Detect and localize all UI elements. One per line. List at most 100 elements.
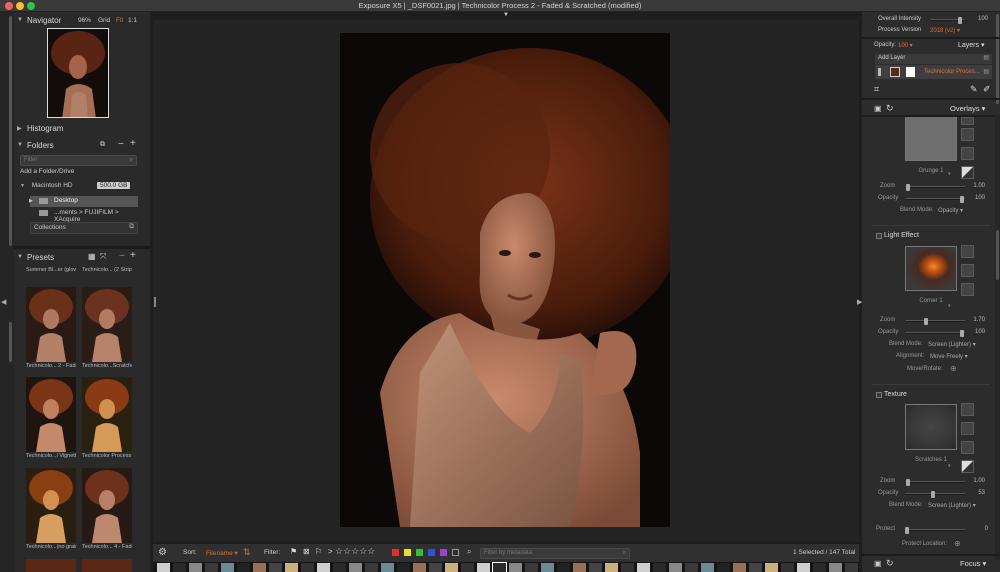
folders-header[interactable]: ▼ Folders ⧉ − +: [14, 138, 150, 153]
filmstrip-thumbnail[interactable]: [685, 563, 698, 572]
filmstrip-thumbnail[interactable]: [333, 563, 346, 572]
preset-item[interactable]: Technicolo... 4 - Faded: [82, 468, 132, 550]
grid-button[interactable]: Grid: [98, 17, 110, 24]
filmstrip-thumbnail[interactable]: [621, 563, 634, 572]
left-panel-scroll-handle-lower[interactable]: [9, 322, 12, 362]
remove-preset-button[interactable]: −: [119, 251, 125, 262]
panel-toggle-icon[interactable]: ▣: [874, 559, 882, 568]
folder-filter-input[interactable]: Filter ⌕: [20, 155, 137, 166]
light-effect-dropdown-icon[interactable]: ▾: [948, 303, 951, 309]
texture-tile[interactable]: Scratches 1: [905, 404, 957, 463]
grunge-blend-dropdown[interactable]: Opacity ▾: [938, 207, 963, 214]
layer-options-icon[interactable]: ▤: [983, 68, 989, 75]
filmstrip-thumbnail[interactable]: [349, 563, 362, 572]
greater-than-icon[interactable]: >: [328, 547, 333, 556]
grid-view-icon[interactable]: ▦: [88, 252, 96, 261]
grunge-opacity-slider[interactable]: [905, 196, 965, 203]
fit-button[interactable]: Fit: [116, 17, 123, 24]
layer-visibility-icon[interactable]: [878, 68, 881, 76]
collapse-top-icon[interactable]: ▼: [503, 12, 509, 18]
light-effect-zoom-slider[interactable]: [905, 318, 965, 325]
grunge-opacity-value[interactable]: 100: [965, 195, 985, 201]
filmstrip-thumbnail[interactable]: [573, 563, 586, 572]
filmstrip-thumbnail[interactable]: [717, 563, 730, 572]
overall-intensity-slider[interactable]: [930, 17, 964, 24]
filmstrip-thumbnail[interactable]: [253, 563, 266, 572]
filmstrip-thumbnail[interactable]: [445, 563, 458, 572]
preset-item[interactable]: Technicolo... (2 Strip): [82, 266, 132, 273]
texture-side-button[interactable]: [961, 422, 974, 435]
panel-divider[interactable]: [14, 246, 150, 249]
grunge-dropdown-icon[interactable]: ▾: [948, 171, 951, 177]
texture-opacity-slider[interactable]: [905, 491, 965, 498]
filmstrip-thumbnail[interactable]: [301, 563, 314, 572]
brush-icon[interactable]: ✎: [970, 84, 978, 95]
preset-item[interactable]: Summer Bl...er (glow): [26, 266, 76, 273]
filmstrip-thumbnail[interactable]: [189, 563, 202, 572]
preset-thumbnail-partial[interactable]: [26, 559, 76, 572]
light-effect-opacity-value[interactable]: 100: [965, 329, 985, 335]
filmstrip-thumbnail[interactable]: [173, 563, 186, 572]
focus-title[interactable]: Focus ▾: [960, 559, 986, 568]
sort-dropdown[interactable]: Filename ▾: [206, 549, 238, 557]
filmstrip-thumbnail[interactable]: [669, 563, 682, 572]
folder-item-desktop[interactable]: ▶ Desktop: [29, 196, 138, 207]
layer-row[interactable]: Technicolor Proces... ▤: [875, 65, 992, 79]
drive-row[interactable]: ▼ Macintosh HD 500.0 GB: [20, 182, 138, 193]
presets-header[interactable]: ▼ Presets ▦ ⤧ − +: [14, 250, 150, 265]
preset-item[interactable]: Technicolo...Scratched: [82, 287, 132, 369]
flag-filter-icon[interactable]: ⚑: [290, 547, 297, 556]
add-layer-row[interactable]: Add Layer ▤: [875, 54, 992, 64]
protect-location-target-icon[interactable]: ⊕: [954, 539, 961, 548]
collections-row[interactable]: Collections ⧉: [30, 222, 138, 234]
grunge-invert-button[interactable]: [961, 166, 974, 179]
filmstrip-thumbnail[interactable]: [221, 563, 234, 572]
texture-checkbox[interactable]: [876, 392, 882, 398]
texture-zoom-slider[interactable]: [905, 479, 965, 486]
folder-options-icon[interactable]: ⧉: [100, 141, 105, 149]
add-folder-link[interactable]: Add a Folder/Drive: [20, 168, 138, 179]
filmstrip-thumbnail[interactable]: [429, 563, 442, 572]
remove-folder-button[interactable]: −: [118, 139, 124, 150]
overlays-scrollbar[interactable]: [995, 115, 1000, 560]
color-filter-red[interactable]: [392, 549, 399, 556]
filmstrip-thumbnail[interactable]: [797, 563, 810, 572]
crop-icon[interactable]: ⌗: [874, 84, 879, 95]
main-photo[interactable]: [340, 33, 670, 527]
brush-fine-icon[interactable]: ✐: [983, 84, 991, 95]
add-folder-button[interactable]: +: [130, 138, 136, 149]
filmstrip-thumbnail[interactable]: [477, 563, 490, 572]
filmstrip-thumbnail[interactable]: [381, 563, 394, 572]
filmstrip-thumbnail[interactable]: [653, 563, 666, 572]
filmstrip-thumbnail[interactable]: [589, 563, 602, 572]
filmstrip-thumbnail[interactable]: [829, 563, 842, 572]
texture-side-button[interactable]: [961, 441, 974, 454]
filmstrip-thumbnail[interactable]: [749, 563, 762, 572]
grunge-tile[interactable]: Grunge 1: [905, 117, 957, 174]
reject-filter-icon[interactable]: ⊠: [303, 547, 310, 556]
filmstrip-thumbnail[interactable]: [461, 563, 474, 572]
light-effect-tile[interactable]: Corner 1: [905, 246, 957, 304]
color-filter-yellow[interactable]: [404, 549, 411, 556]
left-panel-collapse-icon[interactable]: ◀: [1, 298, 6, 306]
filmstrip-thumbnail[interactable]: [781, 563, 794, 572]
grunge-side-button[interactable]: [961, 128, 974, 141]
sort-direction-icon[interactable]: ⇅: [243, 547, 251, 558]
filmstrip-thumbnail[interactable]: [269, 563, 282, 572]
filmstrip-thumbnail[interactable]: [525, 563, 538, 572]
protect-slider[interactable]: [905, 527, 965, 534]
metadata-search-icon[interactable]: ⌕: [467, 547, 471, 557]
grunge-zoom-value[interactable]: 1.00: [965, 183, 985, 189]
texture-invert-button[interactable]: [961, 460, 974, 473]
light-effect-zoom-value[interactable]: 1.70: [965, 317, 985, 323]
filmstrip-thumbnail[interactable]: [157, 563, 170, 572]
filmstrip-thumbnail[interactable]: [509, 563, 522, 572]
filmstrip-thumbnail[interactable]: [845, 563, 858, 572]
navigator-header[interactable]: ▼ Navigator 96% Grid Fit 1:1: [14, 14, 150, 28]
metadata-filter-input[interactable]: Filter by metadata ⌕: [480, 548, 630, 559]
filmstrip-thumbnail[interactable]: [413, 563, 426, 572]
settings-gear-icon[interactable]: ⚙: [158, 547, 167, 558]
filmstrip-thumbnail[interactable]: [557, 563, 570, 572]
color-filter-none[interactable]: [452, 549, 459, 556]
grunge-zoom-slider[interactable]: [905, 184, 965, 191]
